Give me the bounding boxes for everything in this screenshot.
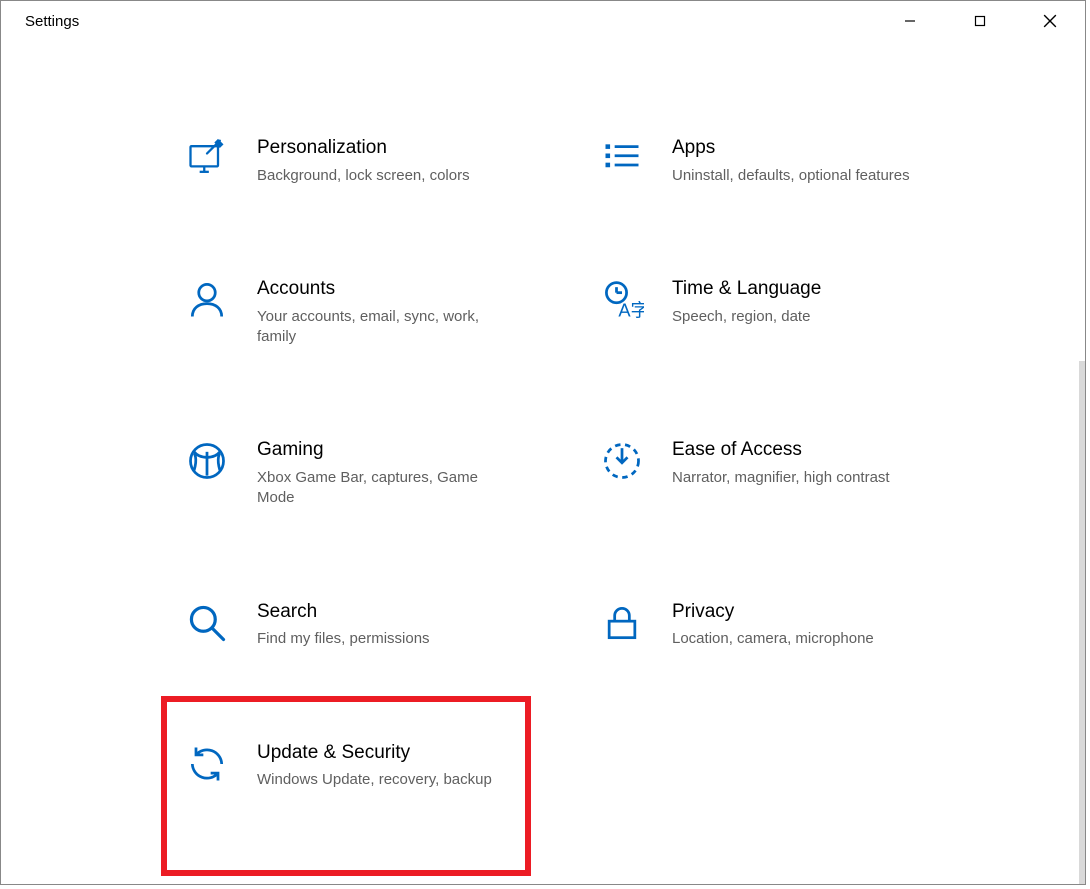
minimize-button[interactable]	[875, 1, 945, 41]
tile-accounts[interactable]: Accounts Your accounts, email, sync, wor…	[181, 272, 556, 353]
tile-desc: Location, camera, microphone	[672, 629, 932, 649]
tile-desc: Background, lock screen, colors	[257, 166, 517, 186]
apps-icon	[600, 137, 644, 181]
search-icon	[185, 601, 229, 645]
tile-label: Apps	[672, 137, 932, 160]
scrollbar[interactable]	[1079, 361, 1085, 884]
tile-label: Update & Security	[257, 742, 517, 765]
tile-desc: Your accounts, email, sync, work, family	[257, 307, 517, 348]
svg-text:A字: A字	[618, 300, 644, 321]
window-title: Settings	[25, 13, 79, 30]
tile-privacy[interactable]: Privacy Location, camera, microphone	[596, 595, 971, 656]
tile-label: Accounts	[257, 278, 517, 301]
tile-label: Gaming	[257, 439, 517, 462]
tile-label: Search	[257, 601, 517, 624]
tile-update-security[interactable]: Update & Security Windows Update, recove…	[181, 736, 556, 797]
tile-desc: Speech, region, date	[672, 307, 932, 327]
time-language-icon: A字	[600, 278, 644, 322]
settings-window: Settings	[0, 0, 1086, 885]
close-button[interactable]	[1015, 1, 1085, 41]
accounts-icon	[185, 278, 229, 322]
tile-desc: Uninstall, defaults, optional features	[672, 166, 932, 186]
tile-gaming[interactable]: Gaming Xbox Game Bar, captures, Game Mod…	[181, 433, 556, 514]
tile-personalization[interactable]: Personalization Background, lock screen,…	[181, 131, 556, 192]
tile-desc: Find my files, permissions	[257, 629, 517, 649]
tile-time-language[interactable]: A字 Time & Language Speech, region, date	[596, 272, 971, 353]
title-bar: Settings	[1, 1, 1085, 41]
tile-ease-of-access[interactable]: Ease of Access Narrator, magnifier, high…	[596, 433, 971, 514]
tile-label: Privacy	[672, 601, 932, 624]
tile-search[interactable]: Search Find my files, permissions	[181, 595, 556, 656]
tile-label: Ease of Access	[672, 439, 932, 462]
privacy-icon	[600, 601, 644, 645]
tile-desc: Xbox Game Bar, captures, Game Mode	[257, 468, 517, 509]
tile-desc: Windows Update, recovery, backup	[257, 770, 517, 790]
personalization-icon	[185, 137, 229, 181]
tile-label: Personalization	[257, 137, 517, 160]
tile-label: Time & Language	[672, 278, 932, 301]
settings-grid: Personalization Background, lock screen,…	[181, 131, 971, 797]
settings-content: Personalization Background, lock screen,…	[1, 41, 1085, 884]
gaming-icon	[185, 439, 229, 483]
update-security-icon	[185, 742, 229, 786]
ease-of-access-icon	[600, 439, 644, 483]
tile-apps[interactable]: Apps Uninstall, defaults, optional featu…	[596, 131, 971, 192]
maximize-button[interactable]	[945, 1, 1015, 41]
window-controls	[875, 1, 1085, 41]
tile-desc: Narrator, magnifier, high contrast	[672, 468, 932, 488]
